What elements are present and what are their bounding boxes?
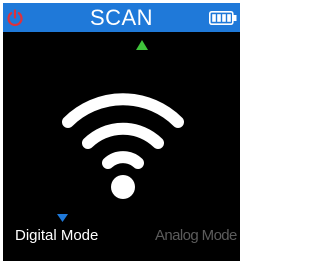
scan-screen: Digital Mode Analog Mode [3,32,240,261]
digital-mode-option[interactable]: Digital Mode [15,227,98,245]
up-arrow-icon[interactable] [136,40,148,50]
page-title: SCAN [89,5,154,30]
wifi-signal-icon [62,93,184,199]
top-bar: SCAN [3,3,240,32]
device-screen: SCAN Digital Mode Analog Mode [0,0,243,264]
battery-icon [209,11,237,25]
down-arrow-icon [57,214,68,222]
analog-mode-option[interactable]: Analog Mode [155,227,237,245]
